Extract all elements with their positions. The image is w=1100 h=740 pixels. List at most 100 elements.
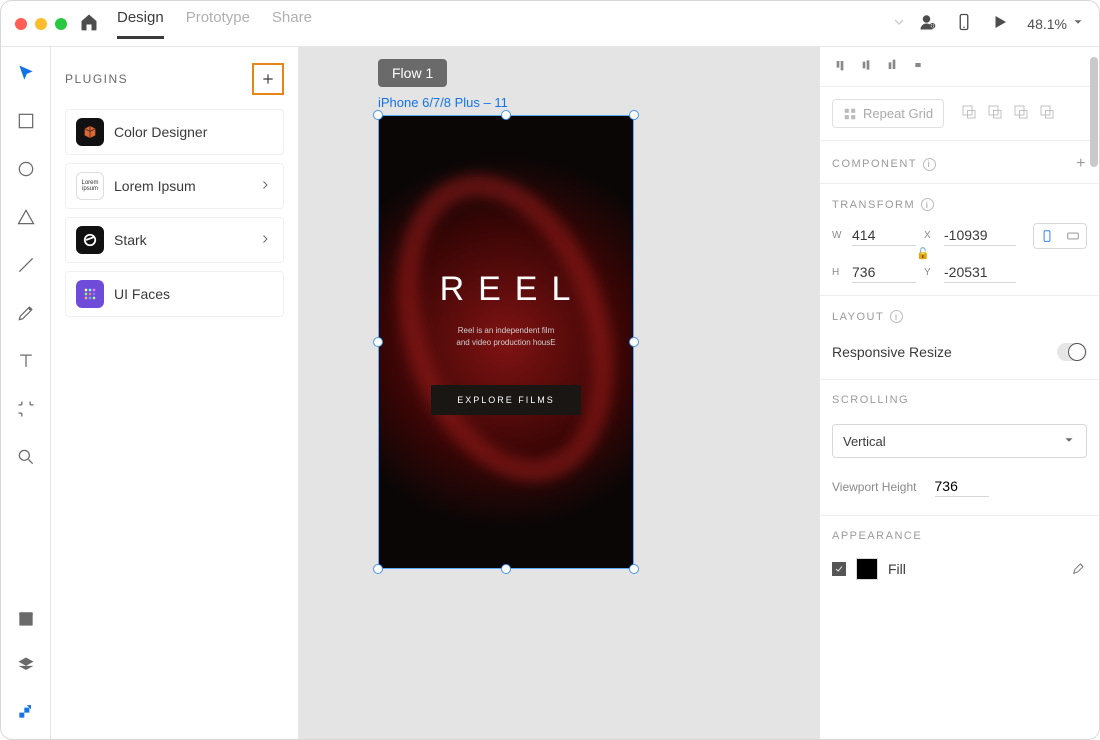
resize-handle[interactable] — [629, 110, 639, 120]
resize-handle[interactable] — [501, 110, 511, 120]
plugins-panel: PLUGINS Color Designer Loremipsum Lorem … — [51, 47, 299, 739]
x-input[interactable] — [944, 225, 1016, 246]
topbar-right: 48.1% — [919, 13, 1085, 34]
select-tool-icon[interactable] — [14, 61, 38, 85]
align-vcenter-icon[interactable] — [858, 57, 874, 76]
transform-controls: W X H Y 🔓 — [820, 221, 1099, 295]
landscape-icon[interactable] — [1060, 224, 1086, 248]
resize-handle[interactable] — [501, 564, 511, 574]
tab-share[interactable]: Share — [272, 9, 312, 39]
align-row — [820, 47, 1099, 87]
plugin-label: Lorem Ipsum — [114, 178, 249, 194]
artboard-hero: REEL Reel is an independent film and vid… — [379, 116, 633, 568]
play-preview-icon[interactable] — [991, 13, 1009, 34]
y-input[interactable] — [944, 262, 1016, 283]
pen-tool-icon[interactable] — [14, 301, 38, 325]
device-preview-icon[interactable] — [955, 13, 973, 34]
plugin-label: UI Faces — [114, 286, 273, 302]
section-title: LAYOUT — [832, 311, 884, 323]
responsive-resize-label: Responsive Resize — [832, 344, 952, 360]
polygon-tool-icon[interactable] — [14, 205, 38, 229]
resize-handle[interactable] — [629, 337, 639, 347]
line-tool-icon[interactable] — [14, 253, 38, 277]
resize-handle[interactable] — [629, 564, 639, 574]
title-bar: Design Prototype Share 48.1% — [1, 1, 1099, 47]
tab-design[interactable]: Design — [117, 9, 164, 39]
add-component-icon[interactable]: + — [1076, 155, 1087, 173]
canvas[interactable]: Flow 1 iPhone 6/7/8 Plus – 11 •••○○ Carr… — [299, 47, 819, 739]
artboard[interactable]: •••○○ Carrier 9:41 AM ⚡42% ▮ REEL REEL R… — [378, 115, 634, 569]
plugin-lorem-icon: Loremipsum — [76, 172, 104, 200]
plugins-icon[interactable] — [14, 699, 38, 723]
path-union-icon[interactable] — [960, 103, 978, 124]
resize-handle[interactable] — [373, 564, 383, 574]
width-input[interactable] — [852, 225, 916, 246]
plugin-item-color-designer[interactable]: Color Designer — [65, 109, 284, 155]
minimize-window-icon[interactable] — [35, 18, 47, 30]
tab-prototype[interactable]: Prototype — [186, 9, 250, 39]
scrollbar[interactable] — [1090, 57, 1098, 167]
chevron-right-icon — [259, 233, 273, 248]
plugin-item-lorem-ipsum[interactable]: Loremipsum Lorem Ipsum — [65, 163, 284, 209]
panel-title: PLUGINS — [65, 72, 128, 86]
y-label: Y — [924, 267, 936, 278]
artboard-tool-icon[interactable] — [14, 397, 38, 421]
repeat-grid-row: Repeat Grid — [820, 87, 1099, 140]
explore-films-button: EXPLORE FILMS — [431, 385, 581, 415]
rectangle-tool-icon[interactable] — [14, 109, 38, 133]
hero-tagline: Reel is an independent film and video pr… — [456, 325, 555, 349]
fill-color-swatch[interactable] — [856, 558, 878, 580]
repeat-grid-label: Repeat Grid — [863, 106, 933, 121]
lock-aspect-icon[interactable]: 🔓 — [916, 247, 930, 260]
path-intersect-icon[interactable] — [1012, 103, 1030, 124]
viewport-height-row: Viewport Height — [820, 466, 1099, 516]
plugin-list: Color Designer Loremipsum Lorem Ipsum St… — [65, 109, 284, 317]
repeat-grid-button[interactable]: Repeat Grid — [832, 99, 944, 128]
info-icon[interactable]: i — [921, 198, 934, 211]
zoom-tool-icon[interactable] — [14, 445, 38, 469]
section-title: TRANSFORM — [832, 199, 915, 211]
text-tool-icon[interactable] — [14, 349, 38, 373]
chevron-down-icon — [1071, 15, 1085, 32]
chevron-down-icon — [1062, 433, 1076, 450]
plugin-item-ui-faces[interactable]: UI Faces — [65, 271, 284, 317]
add-plugin-button[interactable] — [252, 63, 284, 95]
height-input[interactable] — [852, 262, 916, 283]
plugin-stark-icon — [76, 226, 104, 254]
chevron-right-icon — [259, 179, 273, 194]
info-icon[interactable]: i — [923, 158, 936, 171]
flow-badge[interactable]: Flow 1 — [378, 59, 447, 87]
align-top-icon[interactable] — [832, 57, 848, 76]
section-title: SCROLLING — [832, 394, 909, 406]
distribute-v-icon[interactable] — [910, 57, 926, 76]
info-icon[interactable]: i — [890, 310, 903, 323]
maximize-window-icon[interactable] — [55, 18, 67, 30]
path-subtract-icon[interactable] — [986, 103, 1004, 124]
component-section-header: COMPONENT i + — [820, 141, 1099, 183]
scrolling-mode-select[interactable]: Vertical — [832, 424, 1087, 458]
path-exclude-icon[interactable] — [1038, 103, 1056, 124]
plugin-item-stark[interactable]: Stark — [65, 217, 284, 263]
resize-handle[interactable] — [373, 110, 383, 120]
tool-rail — [1, 47, 51, 739]
close-window-icon[interactable] — [15, 18, 27, 30]
layers-icon[interactable] — [14, 653, 38, 677]
responsive-resize-toggle[interactable] — [1057, 343, 1087, 361]
document-dropdown-icon[interactable] — [891, 14, 907, 33]
ellipse-tool-icon[interactable] — [14, 157, 38, 181]
viewport-height-input[interactable] — [935, 476, 989, 497]
align-bottom-icon[interactable] — [884, 57, 900, 76]
eyedropper-icon[interactable] — [1071, 560, 1087, 579]
hero-title: REEL — [440, 270, 585, 309]
invite-icon[interactable] — [919, 13, 937, 34]
scrolling-mode-value: Vertical — [843, 434, 886, 449]
libraries-icon[interactable] — [14, 607, 38, 631]
orientation-toggle[interactable] — [1033, 223, 1087, 249]
fill-checkbox[interactable] — [832, 562, 846, 576]
zoom-control[interactable]: 48.1% — [1027, 15, 1085, 32]
artboard-name[interactable]: iPhone 6/7/8 Plus – 11 — [378, 95, 508, 110]
portrait-icon[interactable] — [1034, 224, 1060, 248]
home-icon[interactable] — [79, 12, 99, 35]
resize-handle[interactable] — [373, 337, 383, 347]
layout-section-header: LAYOUT i — [820, 296, 1099, 333]
